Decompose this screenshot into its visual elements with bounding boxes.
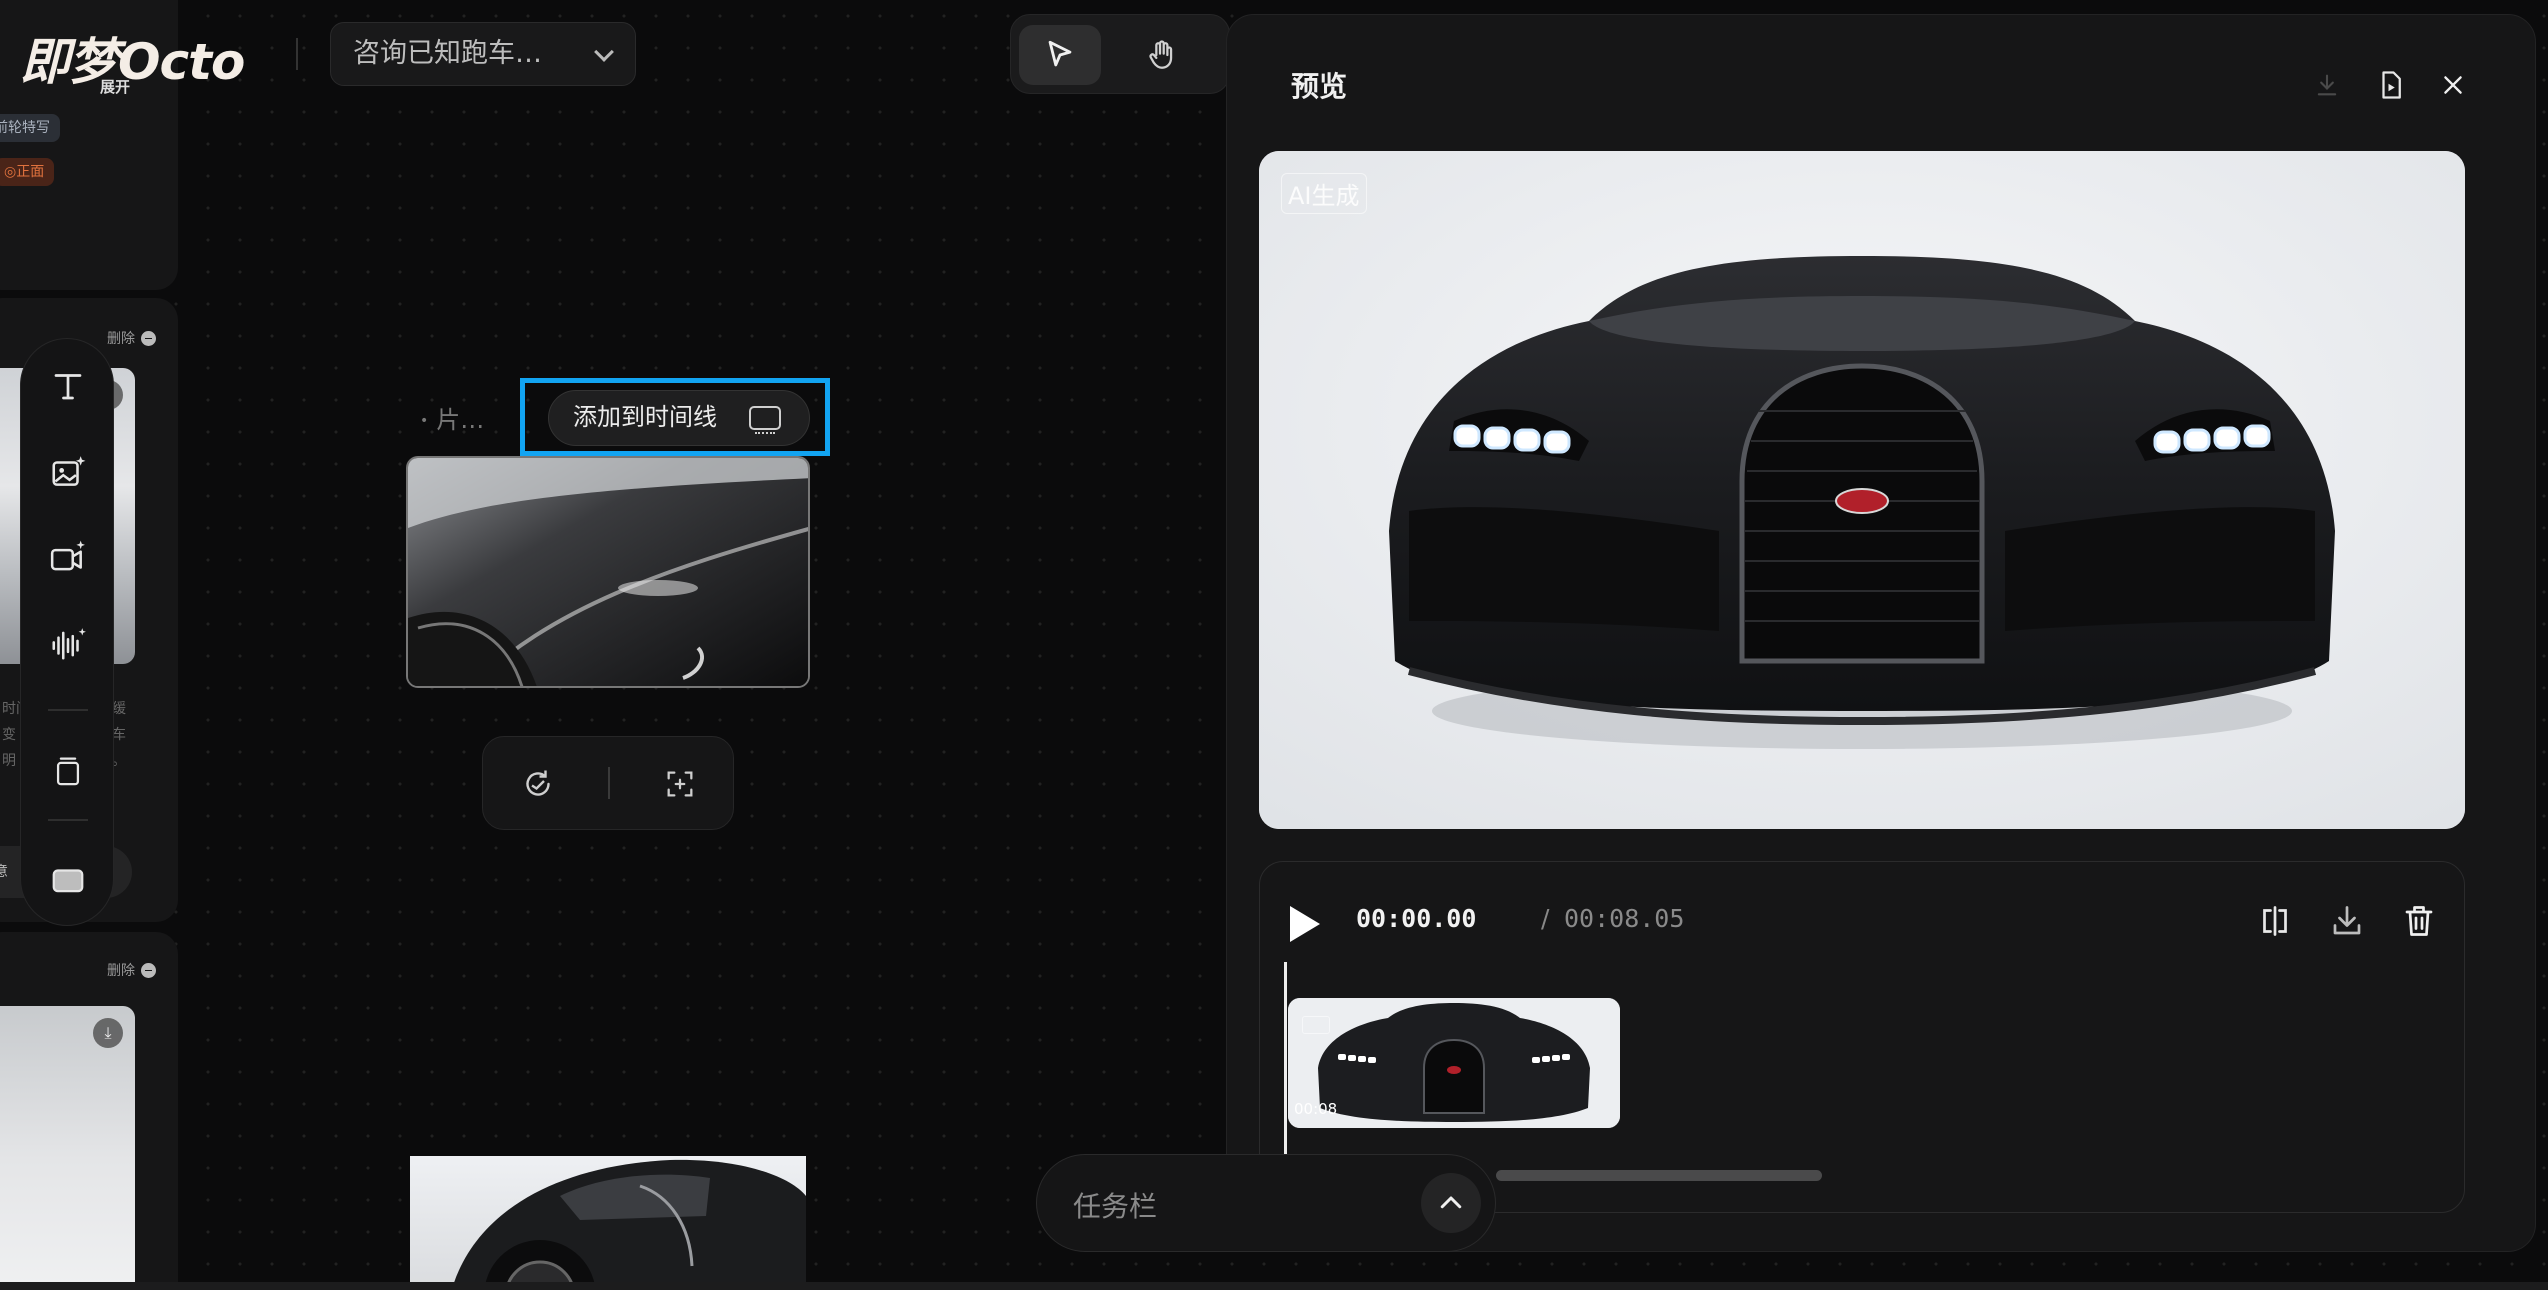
expand-frame-icon <box>667 771 693 797</box>
timeline-clip[interactable]: 00:08 <box>1288 998 1620 1128</box>
app-logo[interactable]: 即梦Octo <box>20 22 245 94</box>
logo-divider <box>296 38 298 70</box>
tag-front[interactable]: ◎正面 <box>0 158 55 186</box>
preview-panel: 预览 AI生成 00:00.00 / 00:08.05 00:08 <box>1226 14 2536 1252</box>
add-to-timeline-button[interactable]: 添加到时间线 <box>548 390 810 446</box>
car-closeup-image <box>408 458 808 686</box>
timeline-icon <box>749 406 781 434</box>
time-total: 00:08.05 <box>1564 904 1685 933</box>
stack-tool-button[interactable] <box>43 745 93 795</box>
tag-rear-wheel[interactable]: 后前轮特写 <box>0 114 60 142</box>
toolbar-divider <box>48 819 88 821</box>
delete-label: 删除 <box>107 331 135 347</box>
delete-button[interactable]: 删除 <box>107 960 156 980</box>
car-front-image <box>1259 151 2465 829</box>
bottom-edge <box>0 1282 2548 1290</box>
download-icon[interactable]: ⤓ <box>93 1018 123 1048</box>
minus-circle-icon <box>141 962 156 978</box>
time-separator: / <box>1541 904 1550 933</box>
hand-tool-button[interactable] <box>1121 25 1203 85</box>
play-button[interactable] <box>1290 906 1320 942</box>
taskbar-expand-button[interactable] <box>1421 1173 1481 1233</box>
audio-wave-icon <box>52 628 86 660</box>
action-divider <box>608 767 610 799</box>
download-icon <box>2333 906 2361 935</box>
download-clip-button[interactable] <box>2326 900 2368 942</box>
chevron-down-icon <box>594 42 614 62</box>
image-sparkle-icon <box>52 456 86 486</box>
shot-description-right: 缓 车 。 <box>112 701 126 769</box>
file-play-icon <box>2382 71 2401 99</box>
split-clip-button[interactable] <box>2254 900 2296 942</box>
left-card-shot-2: 删除 ⤓ <box>0 932 178 1290</box>
project-selector[interactable]: 咨询已知跑车… <box>330 22 636 86</box>
video-sparkle-icon <box>50 540 85 571</box>
chevron-up-icon <box>1440 1196 1462 1209</box>
text-T-icon <box>54 374 82 400</box>
video-generate-button[interactable] <box>43 533 93 583</box>
minus-circle-icon <box>141 330 156 346</box>
regenerate-icon <box>526 770 550 796</box>
delete-clip-button[interactable] <box>2398 900 2440 942</box>
node-title[interactable]: • 片… <box>420 400 484 435</box>
taskbar-label: 任务栏 <box>1073 1190 1158 1223</box>
node-video-thumbnail[interactable] <box>406 456 810 688</box>
node-video-thumbnail-2[interactable] <box>410 1156 806 1290</box>
image-generate-button[interactable] <box>43 447 93 497</box>
toolbar-divider <box>48 709 88 711</box>
cursor-arrow-icon <box>1048 40 1072 67</box>
upscale-button[interactable] <box>657 761 703 807</box>
video-clip-icon <box>1302 1016 1330 1034</box>
node-action-bar <box>482 736 734 830</box>
delete-label: 删除 <box>107 963 135 979</box>
frame-icon <box>52 869 84 893</box>
audio-generate-button[interactable] <box>43 619 93 669</box>
shot-thumbnail[interactable]: ⤓ <box>0 1006 135 1290</box>
regenerate-button[interactable] <box>515 761 561 807</box>
clip-thumbnail <box>1288 998 1620 1128</box>
ai-generated-badge: AI生成 <box>1281 173 1367 214</box>
delete-button[interactable]: 删除 <box>107 328 156 348</box>
preview-video[interactable]: AI生成 <box>1259 151 2465 829</box>
close-icon <box>2444 76 2462 94</box>
stack-icon <box>56 757 80 786</box>
preview-title: 预览 <box>1291 70 1348 103</box>
creation-toolbar <box>20 338 114 926</box>
timeline-scrollbar[interactable] <box>1496 1170 1822 1181</box>
time-current: 00:00.00 <box>1356 904 1477 933</box>
add-to-timeline-label: 添加到时间线 <box>573 403 717 431</box>
frame-tool-button[interactable] <box>43 855 93 905</box>
text-tool-button[interactable] <box>43 361 93 411</box>
trash-icon <box>2405 906 2433 936</box>
canvas-tool-switch <box>1010 14 1230 94</box>
split-icon <box>2263 906 2287 936</box>
car-side-image <box>451 1159 806 1290</box>
hand-icon <box>1149 40 1173 69</box>
download-button-disabled[interactable] <box>2309 67 2345 103</box>
clip-duration: 00:08 <box>1294 1100 1338 1118</box>
project-title: 咨询已知跑车… <box>353 38 542 69</box>
select-tool-button[interactable] <box>1019 25 1101 85</box>
taskbar[interactable]: 任务栏 <box>1036 1154 1496 1252</box>
export-video-button[interactable] <box>2373 67 2409 103</box>
download-icon <box>2317 74 2337 96</box>
close-button[interactable] <box>2435 67 2471 103</box>
